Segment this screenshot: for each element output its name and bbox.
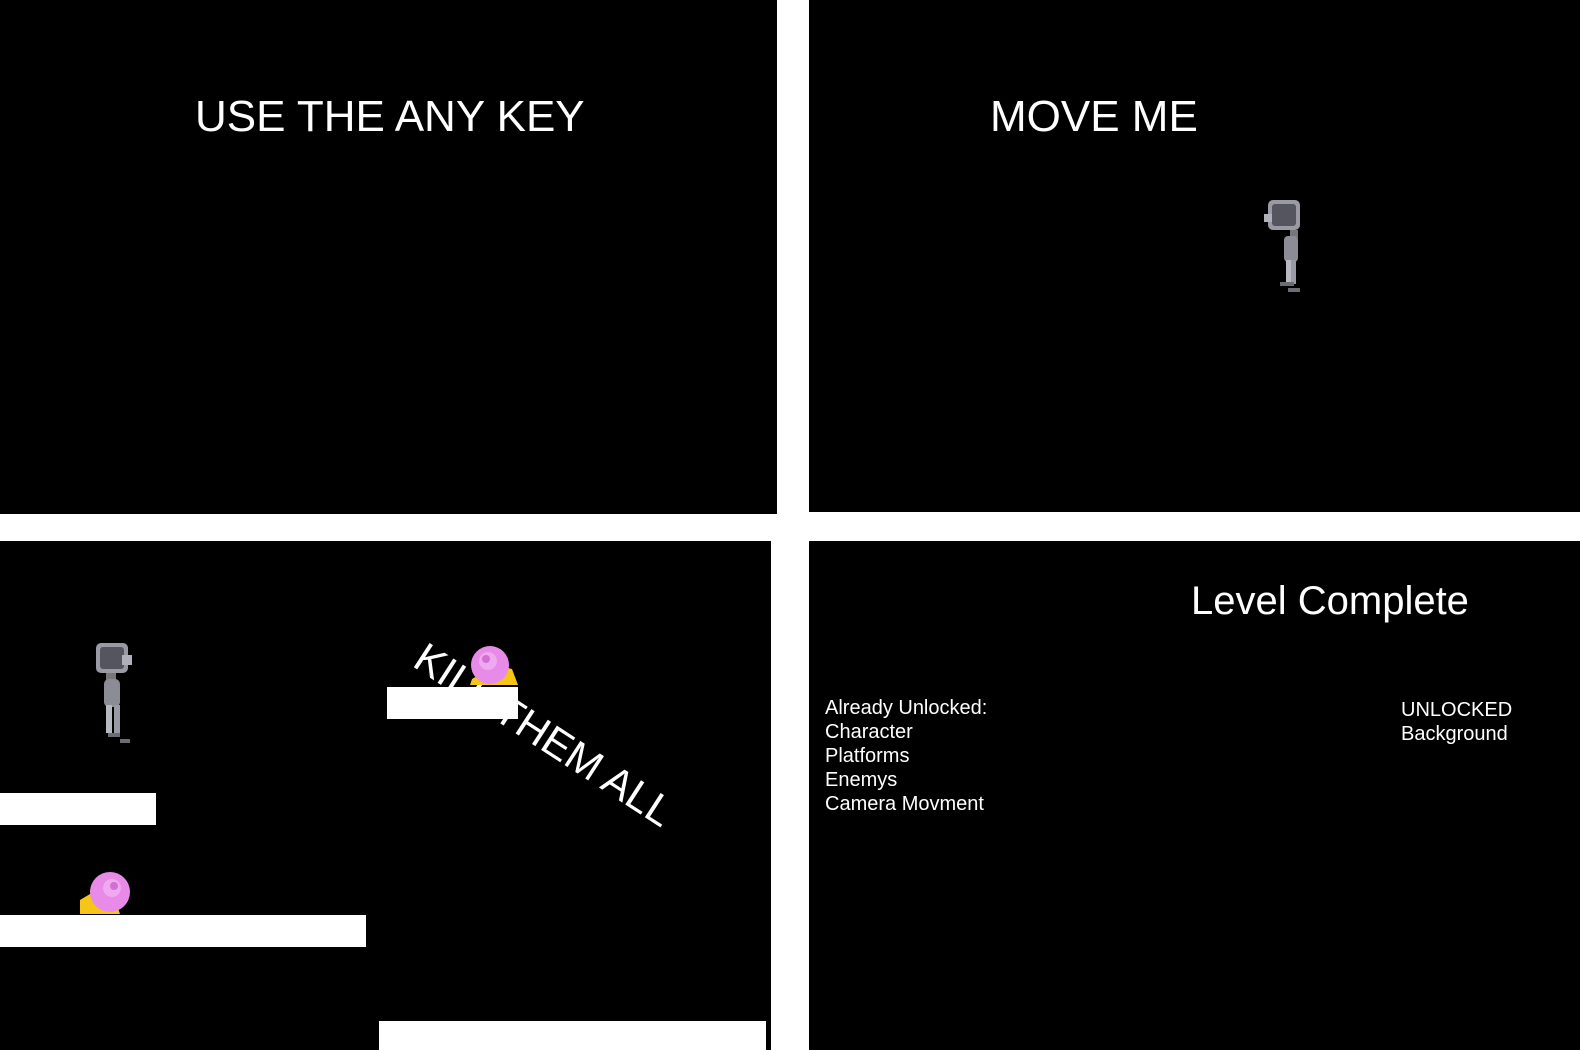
snail-enemy-icon	[470, 646, 518, 685]
list-item: UNLOCKED	[1401, 699, 1513, 721]
list-item: Character	[825, 721, 913, 743]
storyboard-page: USE THE ANY KEY MOVE ME KILL THEM ALL Le…	[0, 0, 1580, 1050]
robot-character-icon	[96, 643, 132, 743]
robot-character-icon	[1264, 200, 1300, 292]
kill-them-all-text: KILL THEM ALL	[406, 633, 683, 836]
panel-move-me: MOVE ME	[809, 0, 1580, 512]
panel-kill-them-all: KILL THEM ALL	[0, 541, 771, 1050]
move-me-text: MOVE ME	[990, 92, 1198, 141]
platform-bottom-right	[379, 1021, 766, 1050]
use-any-key-text: USE THE ANY KEY	[195, 92, 585, 141]
list-item: Platforms	[825, 745, 910, 767]
platform-left-short	[0, 793, 156, 825]
list-item: Already Unlocked:	[825, 697, 988, 719]
list-item: Camera Movment	[825, 793, 984, 815]
platform-left-long	[0, 915, 366, 947]
level-complete-title: Level Complete	[1191, 579, 1469, 623]
newly-unlocked-list: UNLOCKED Background	[1401, 698, 1512, 746]
panel-use-any-key: USE THE ANY KEY	[0, 0, 777, 514]
already-unlocked-list: Already Unlocked: Character Platforms En…	[825, 696, 987, 816]
platform-upper-middle	[387, 687, 518, 719]
list-item: Background	[1401, 723, 1508, 745]
snail-enemy-icon	[80, 872, 130, 914]
list-item: Enemys	[825, 769, 898, 791]
panel-level-complete: Level Complete Already Unlocked: Charact…	[809, 541, 1580, 1050]
